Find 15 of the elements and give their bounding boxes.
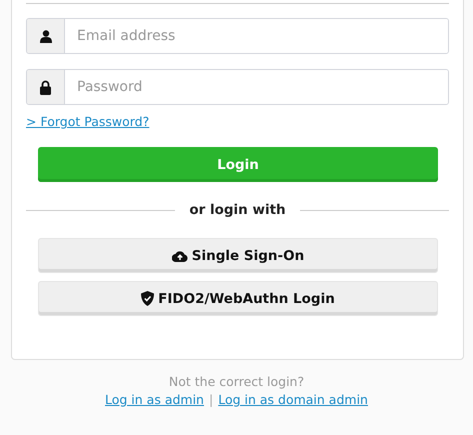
login-option-link[interactable]: Log in as domain admin — [218, 392, 368, 407]
shield-check-icon — [141, 291, 154, 306]
divider-text: or login with — [188, 202, 287, 218]
cloud-upload-icon — [172, 250, 188, 262]
email-field[interactable]: Email address — [26, 18, 449, 54]
lock-icon — [40, 80, 51, 94]
single-sign-on-button[interactable]: Single Sign-On — [38, 238, 438, 273]
fido-login-button[interactable]: FIDO2/WebAuthn Login — [38, 281, 438, 316]
link-separator: | — [208, 392, 214, 407]
user-icon — [40, 30, 52, 42]
login-button[interactable]: Login — [38, 147, 438, 182]
login-option-link[interactable]: Log in as admin — [105, 392, 204, 407]
password-field[interactable]: Password — [26, 69, 449, 105]
not-correct-login-text: Not the correct login? — [168, 374, 304, 389]
forgot-password-link[interactable]: > Forgot Password? — [26, 114, 150, 129]
